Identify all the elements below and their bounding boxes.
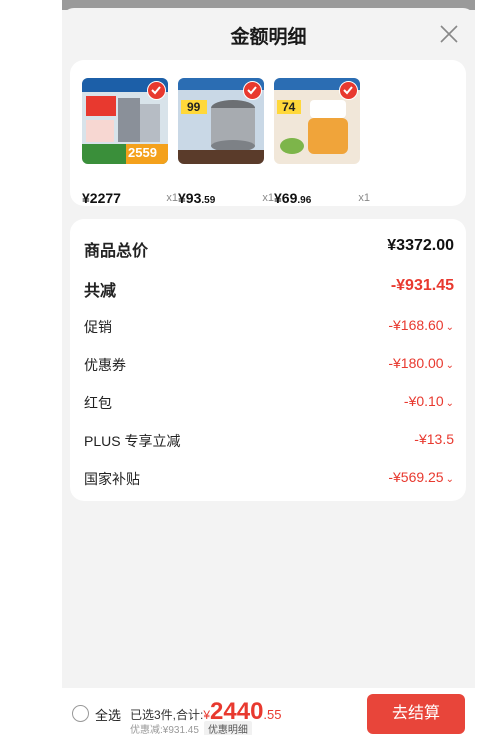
product-price: ¥93.59 x1 xyxy=(178,190,274,210)
redpacket-label: 红包 xyxy=(84,395,112,411)
discount-summary: 优惠减:¥931.45 优惠明细 xyxy=(130,721,252,735)
product-thumbnail: 99 xyxy=(178,78,264,164)
totals-card: 商品总价 ¥3372.00 共减 -¥931.45 促销 -¥168.60 ⌄ 优… xyxy=(70,219,466,501)
close-icon xyxy=(440,25,458,43)
discount-text: 优惠减:¥931.45 xyxy=(130,725,199,735)
quantity: x1 xyxy=(166,192,178,204)
quantity: x1 xyxy=(358,192,370,204)
quantity: x1 xyxy=(262,192,274,204)
product-thumbnail: 2559 xyxy=(82,78,168,164)
coupon-amount: -¥180.00 ⌄ xyxy=(388,355,454,371)
plus-label: PLUS 专享立减 xyxy=(84,433,181,449)
checkout-button[interactable]: 去结算 xyxy=(367,694,465,734)
thumbnail-price-text: 2559 xyxy=(128,145,157,160)
promo-amount: -¥168.60 ⌄ xyxy=(388,317,454,333)
amount-detail-sheet: 金额明细 2559 ¥2277 x1 99 ¥93.59 x1 74 ¥69.9… xyxy=(62,8,475,688)
price-value: ¥69 xyxy=(274,190,298,206)
price-value: ¥93 xyxy=(178,190,202,206)
goods-total-value: ¥3372.00 xyxy=(387,237,454,254)
total-reduction-label: 共减 xyxy=(84,283,117,300)
product-item[interactable]: 2559 ¥2277 x1 xyxy=(82,78,178,206)
products-card: 2559 ¥2277 x1 99 ¥93.59 x1 74 ¥69.96 x1 xyxy=(70,60,466,206)
chevron-down-icon: ⌄ xyxy=(445,474,454,485)
phone-screen: 金额明细 2559 ¥2277 x1 99 ¥93.59 x1 74 ¥69.9… xyxy=(62,0,475,735)
chevron-down-icon: ⌄ xyxy=(445,360,454,371)
sheet-title: 金额明细 xyxy=(230,27,307,48)
checkout-bar: 全选 已选3件,合计:¥2440.55 优惠减:¥931.45 优惠明细 去结算 xyxy=(62,688,475,735)
redpacket-row[interactable]: 红包 -¥0.10 ⌄ xyxy=(84,393,454,415)
redpacket-amount: -¥0.10 ⌄ xyxy=(404,393,454,409)
discount-detail-link[interactable]: 优惠明细 xyxy=(203,721,252,735)
price-decimal: .96 xyxy=(297,195,312,206)
chevron-down-icon: ⌄ xyxy=(445,322,454,333)
select-all-radio[interactable] xyxy=(72,705,89,722)
product-thumbnail: 74 xyxy=(274,78,360,164)
coupon-row[interactable]: 优惠券 -¥180.00 ⌄ xyxy=(84,355,454,377)
goods-total-row: 商品总价 ¥3372.00 xyxy=(84,237,454,260)
coupon-label: 优惠券 xyxy=(84,357,126,373)
promo-label: 促销 xyxy=(84,319,112,335)
selected-check-icon xyxy=(243,81,262,100)
chevron-down-icon: ⌄ xyxy=(445,398,454,409)
product-item[interactable]: 99 ¥93.59 x1 xyxy=(178,78,274,206)
promo-value: -¥168.60 xyxy=(388,317,444,333)
total-reduction-value: -¥931.45 xyxy=(390,277,454,294)
total-decimal: .55 xyxy=(263,707,282,722)
subsidy-amount: -¥569.25 ⌄ xyxy=(388,469,454,485)
selected-summary: 已选3件,合计: xyxy=(130,708,204,722)
coupon-value: -¥180.00 xyxy=(388,355,444,371)
goods-total-label: 商品总价 xyxy=(84,243,149,260)
product-price: ¥69.96 x1 xyxy=(274,190,370,210)
select-all-label[interactable]: 全选 xyxy=(95,705,121,724)
close-button[interactable] xyxy=(437,22,461,46)
price-decimal: .59 xyxy=(201,195,216,206)
thumbnail-price-text: 74 xyxy=(282,100,296,114)
promo-row[interactable]: 促销 -¥168.60 ⌄ xyxy=(84,317,454,339)
subsidy-row[interactable]: 国家补贴 -¥569.25 ⌄ xyxy=(84,469,454,491)
thumbnail-price-text: 99 xyxy=(187,100,201,114)
redpacket-value: -¥0.10 xyxy=(403,393,444,409)
plus-row: PLUS 专享立减 -¥13.5 xyxy=(84,431,454,453)
plus-value: -¥13.5 xyxy=(414,431,454,447)
selected-check-icon xyxy=(147,81,166,100)
selected-check-icon xyxy=(339,81,358,100)
price-value: ¥2277 xyxy=(82,190,121,206)
product-price: ¥2277 x1 xyxy=(82,190,178,210)
product-item[interactable]: 74 ¥69.96 x1 xyxy=(274,78,370,206)
subsidy-value: -¥569.25 xyxy=(388,469,444,485)
subsidy-label: 国家补贴 xyxy=(84,471,140,487)
total-reduction-row: 共减 -¥931.45 xyxy=(84,277,454,300)
